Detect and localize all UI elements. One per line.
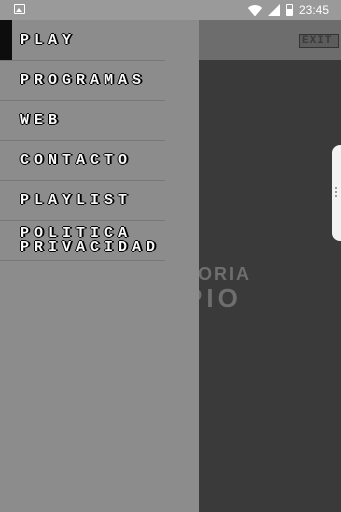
wifi-icon <box>248 5 262 16</box>
menu-item-contacto[interactable]: CONTACTO <box>0 140 199 180</box>
drag-handle-icon <box>335 187 339 197</box>
status-bar: 23:45 <box>0 0 341 20</box>
menu-item-programas[interactable]: PROGRAMAS <box>0 60 199 100</box>
menu-item-label: PLAYLIST <box>20 192 133 209</box>
signal-icon <box>267 4 280 16</box>
status-time: 23:45 <box>298 3 329 17</box>
menu-item-label: WEB <box>20 112 63 129</box>
menu-item-politica-privacidad[interactable]: POLITICA PRIVACIDAD <box>0 220 199 260</box>
menu-item-label: PLAY <box>20 32 77 49</box>
notification-image-icon <box>14 4 25 14</box>
menu-item-web[interactable]: WEB <box>0 100 199 140</box>
menu-item-label: CONTACTO <box>20 152 133 169</box>
side-panel-handle[interactable] <box>332 145 341 241</box>
menu-item-playlist[interactable]: PLAYLIST <box>0 180 199 220</box>
menu-divider <box>0 260 165 261</box>
menu-item-label: PROGRAMAS <box>20 72 147 89</box>
menu-item-play[interactable]: PLAY <box>0 20 199 60</box>
exit-button[interactable]: EXIT <box>299 34 339 48</box>
navigation-drawer: PLAY PROGRAMAS WEB CONTACTO PLAYLIST POL… <box>0 20 199 512</box>
menu-item-label-line2: PRIVACIDAD <box>20 239 161 256</box>
battery-icon <box>285 4 293 16</box>
